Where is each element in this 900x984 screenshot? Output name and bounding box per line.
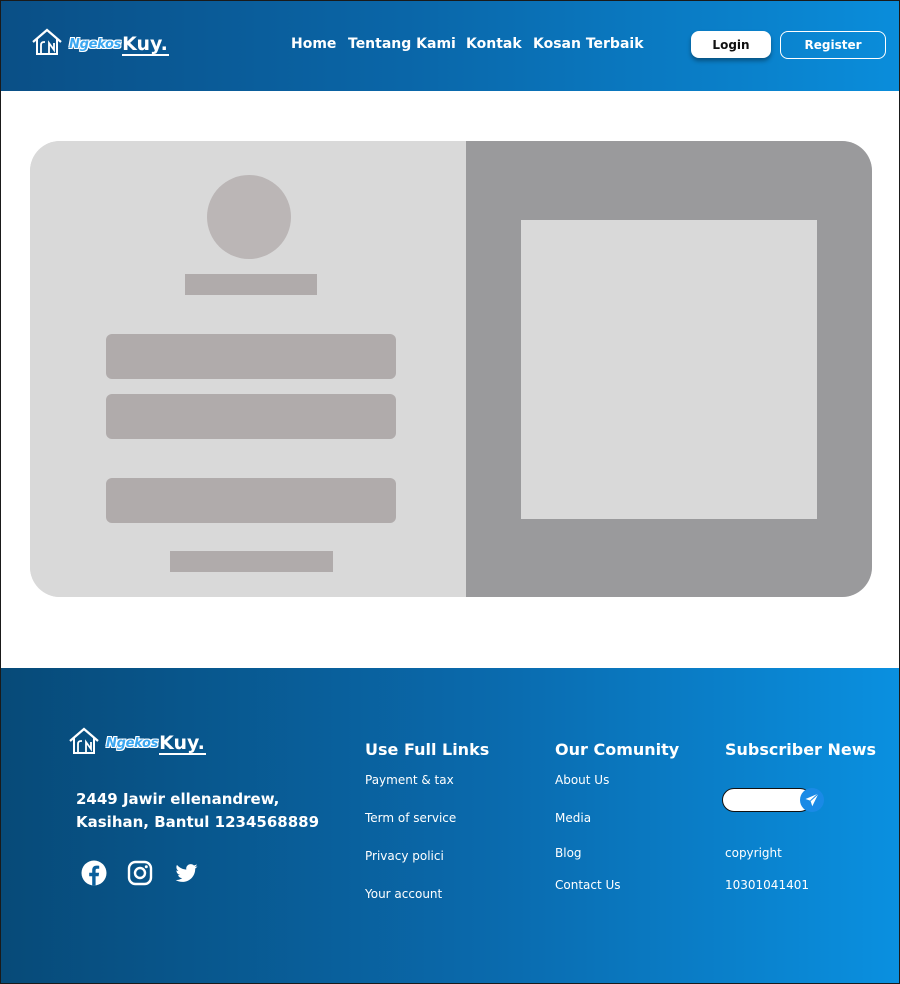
link-placeholder[interactable]: [170, 551, 333, 572]
send-icon: [805, 793, 819, 807]
nav-kosan-terbaik[interactable]: Kosan Terbaik: [533, 36, 644, 52]
link-blog[interactable]: Blog: [555, 846, 582, 860]
footer-address: 2449 Jawir ellenandrew, Kasihan, Bantul …: [76, 788, 319, 834]
twitter-icon[interactable]: [172, 859, 200, 887]
community-title: Our Comunity: [555, 740, 680, 759]
input-placeholder-2[interactable]: [106, 394, 396, 439]
house-logo-icon: [69, 727, 99, 754]
subscribe-send-button[interactable]: [800, 788, 824, 812]
link-contact-us[interactable]: Contact Us: [555, 878, 621, 892]
site-footer: Ngekos Kuy. 2449 Jawir ellenandrew, Kasi…: [1, 668, 899, 983]
button-placeholder[interactable]: [106, 478, 396, 523]
subscribe-email-input[interactable]: [722, 788, 812, 812]
brand-suffix: Kuy.: [159, 732, 206, 755]
link-media[interactable]: Media: [555, 811, 591, 825]
facebook-icon[interactable]: [80, 859, 108, 887]
profile-panel: [30, 141, 466, 597]
brand-prefix: Ngekos: [106, 736, 159, 751]
site-header: Ngekos Kuy. Home Tentang Kami Kontak Kos…: [1, 1, 899, 91]
link-privacy-policy[interactable]: Privacy polici: [365, 849, 444, 863]
instagram-icon[interactable]: [126, 859, 154, 887]
link-term-of-service[interactable]: Term of service: [365, 811, 456, 825]
address-line-1: 2449 Jawir ellenandrew,: [76, 790, 280, 808]
brand-suffix: Kuy.: [122, 33, 169, 56]
copyright-number: 10301041401: [725, 878, 809, 892]
subscribe-title: Subscriber News: [725, 740, 877, 759]
register-button[interactable]: Register: [780, 31, 886, 59]
house-logo-icon: [32, 28, 62, 55]
brand-logo[interactable]: Ngekos Kuy.: [31, 28, 169, 56]
input-placeholder-1[interactable]: [106, 334, 396, 379]
nav-tentang-kami[interactable]: Tentang Kami: [348, 36, 456, 52]
link-your-account[interactable]: Your account: [365, 887, 442, 901]
copyright-text: copyright: [725, 846, 782, 860]
login-button[interactable]: Login: [691, 31, 771, 58]
avatar-placeholder: [207, 175, 291, 259]
useful-links-title: Use Full Links: [365, 740, 490, 759]
image-panel: [466, 141, 872, 597]
link-about-us[interactable]: About Us: [555, 773, 609, 787]
footer-brand-logo[interactable]: Ngekos Kuy.: [68, 727, 206, 755]
address-line-2: Kasihan, Bantul 1234568889: [76, 813, 320, 831]
nav-home[interactable]: Home: [291, 36, 336, 52]
nav-kontak[interactable]: Kontak: [466, 36, 522, 52]
link-payment-tax[interactable]: Payment & tax: [365, 773, 454, 787]
brand-prefix: Ngekos: [69, 37, 122, 52]
image-placeholder: [521, 220, 817, 519]
main-card: [30, 141, 872, 597]
title-placeholder: [185, 274, 317, 295]
